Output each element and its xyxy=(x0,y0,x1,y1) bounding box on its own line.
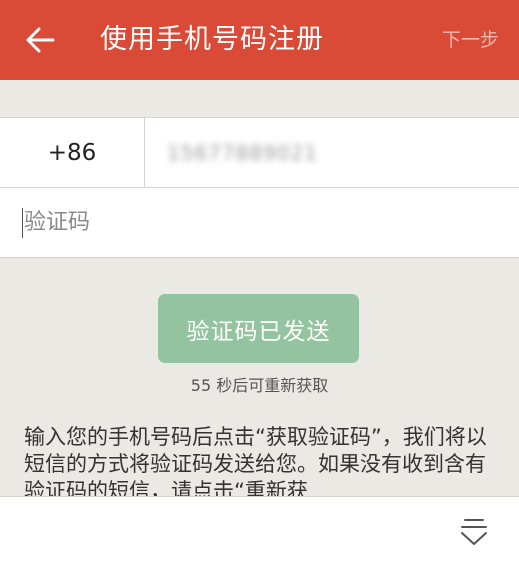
instructions-container: 输入您的手机号码后点击“获取验证码”，我们将以短信的方式将验证码发送给您。如果没… xyxy=(24,424,499,496)
verification-code-input[interactable] xyxy=(24,202,484,243)
expand-down-icon xyxy=(461,519,487,545)
expand-button[interactable] xyxy=(457,515,491,549)
verification-code-row xyxy=(0,188,519,258)
code-sent-button[interactable]: 验证码已发送 xyxy=(158,294,359,363)
registration-form: +86 15677889021 xyxy=(0,117,519,258)
text-caret xyxy=(22,208,23,238)
country-code-selector[interactable]: +86 xyxy=(0,118,145,187)
phone-row: +86 15677889021 xyxy=(0,118,519,188)
back-button[interactable] xyxy=(18,20,62,60)
instructions-text: 输入您的手机号码后点击“获取验证码”，我们将以短信的方式将验证码发送给您。如果没… xyxy=(24,425,487,496)
bottom-bar xyxy=(0,496,519,568)
page-title: 使用手机号码注册 xyxy=(100,24,324,55)
phone-number-field[interactable]: 15677889021 xyxy=(145,118,519,187)
app-bar: 使用手机号码注册 下一步 xyxy=(0,0,519,80)
arrow-left-icon xyxy=(26,27,55,53)
next-step-button[interactable]: 下一步 xyxy=(442,28,499,52)
resend-countdown: 55 秒后可重新获取 xyxy=(190,376,329,395)
